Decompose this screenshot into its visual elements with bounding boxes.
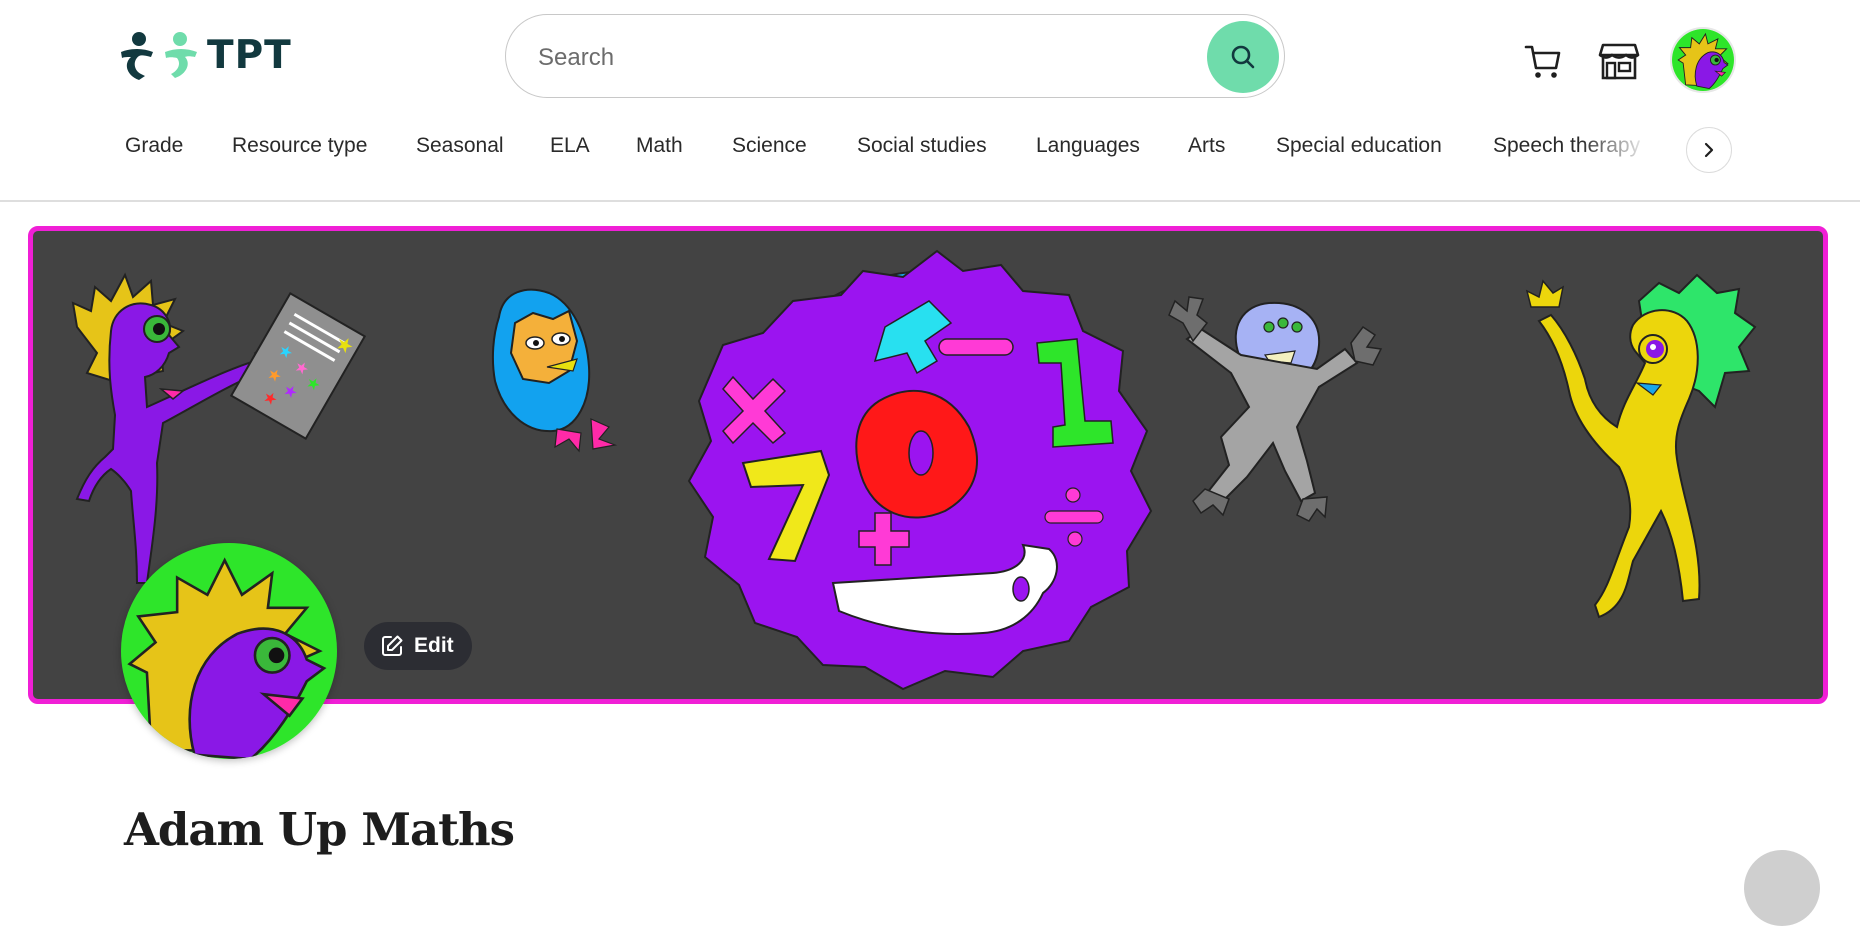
nav-item-ela[interactable]: ELA [550, 134, 590, 158]
avatar-image [1672, 29, 1734, 91]
nav-item-languages[interactable]: Languages [1036, 134, 1140, 158]
nav-fade [1580, 124, 1680, 180]
profile-avatar[interactable] [1670, 27, 1736, 93]
search-bar [505, 14, 1285, 98]
nav-item-arts[interactable]: Arts [1188, 134, 1225, 158]
cart-button[interactable] [1520, 38, 1566, 84]
store-button[interactable] [1596, 38, 1642, 84]
header-divider [0, 200, 1860, 202]
nav-item-special-education[interactable]: Special education [1276, 134, 1442, 158]
paper-with-stars: ★ ★ ★ ★ ★ ★ ★ [229, 292, 367, 440]
store-avatar-image [121, 543, 337, 759]
store-title: Adam Up Maths [124, 803, 515, 856]
cart-icon [1524, 45, 1561, 78]
tpt-logo-icon [121, 32, 197, 80]
search-icon [1231, 45, 1255, 69]
chevron-right-icon [1704, 142, 1714, 158]
nav-item-social-studies[interactable]: Social studies [857, 134, 987, 158]
grey-creature-illustration [1168, 296, 1383, 522]
number-blob-illustration [687, 249, 1153, 691]
yellow-creature-illustration [1525, 273, 1757, 619]
nav-next-button[interactable] [1686, 127, 1732, 173]
edit-banner-button[interactable]: Edit [364, 622, 472, 670]
nav-item-seasonal[interactable]: Seasonal [416, 134, 504, 158]
corner-floating-button[interactable] [1744, 850, 1820, 926]
nav-item-science[interactable]: Science [732, 134, 807, 158]
store-avatar [121, 543, 337, 759]
blue-head-illustration [491, 288, 618, 453]
edit-label: Edit [414, 634, 454, 657]
search-input[interactable] [536, 35, 1180, 81]
edit-icon [382, 635, 403, 656]
purple-creature-illustration [71, 272, 285, 584]
nav-item-grade[interactable]: Grade [125, 134, 183, 158]
store-icon [1598, 43, 1640, 80]
logo-text: TPT [207, 32, 292, 78]
search-button[interactable] [1207, 21, 1279, 93]
tpt-logo[interactable]: TPT [117, 30, 292, 80]
nav-item-resource-type[interactable]: Resource type [232, 134, 367, 158]
nav-item-math[interactable]: Math [636, 134, 683, 158]
